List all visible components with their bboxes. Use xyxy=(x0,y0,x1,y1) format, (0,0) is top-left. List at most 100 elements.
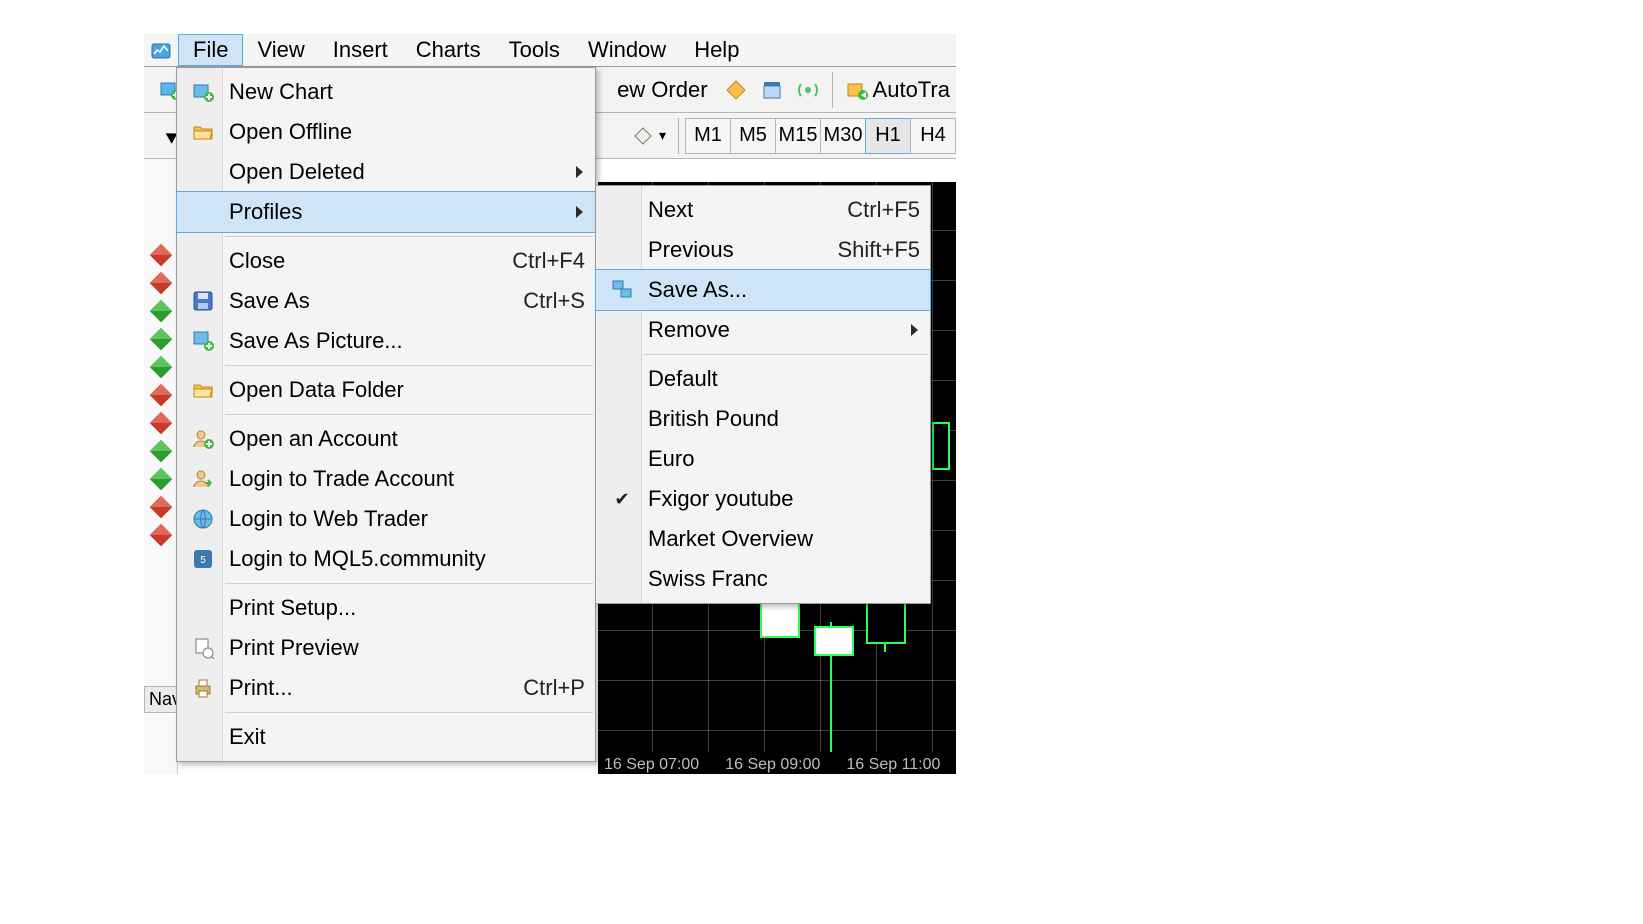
tf-h1[interactable]: H1 xyxy=(865,118,911,154)
file-menu-item[interactable]: Save As Picture... xyxy=(177,321,595,361)
menu-help-label: Help xyxy=(694,37,739,63)
file-menu-item[interactable]: Open Data Folder xyxy=(177,370,595,410)
profiles-menu-label: Swiss Franc xyxy=(642,566,920,592)
toolbar-market-icon[interactable] xyxy=(754,76,790,104)
profiles-menu-label: Market Overview xyxy=(642,526,920,552)
menu-file-label: File xyxy=(193,37,228,63)
profiles-menu-item[interactable]: Save As... xyxy=(596,270,930,310)
profiles-menu-item[interactable]: Default xyxy=(596,359,930,399)
user-login-icon xyxy=(183,467,223,491)
chart-time-axis: 16 Sep 07:00 16 Sep 09:00 16 Sep 11:00 xyxy=(598,752,956,774)
price-up-icon xyxy=(149,328,172,351)
menu-charts[interactable]: Charts xyxy=(402,34,495,66)
menu-separator xyxy=(644,354,928,355)
app-window: File View Insert Charts Tools Window Hel… xyxy=(144,34,956,774)
chart-plus-icon xyxy=(183,80,223,104)
tf-m30[interactable]: M30 xyxy=(820,118,866,154)
profiles-menu-label: British Pound xyxy=(642,406,920,432)
globe-icon xyxy=(183,507,223,531)
navigator-tab[interactable]: Nav xyxy=(144,686,178,713)
file-menu-label: Close xyxy=(223,248,502,274)
file-menu-item[interactable]: Open Deleted xyxy=(177,152,595,192)
file-menu-item[interactable]: Print Preview xyxy=(177,628,595,668)
candle xyxy=(814,626,854,656)
file-menu-item[interactable]: Exit xyxy=(177,717,595,757)
app-icon xyxy=(144,34,178,66)
file-menu-label: Print Setup... xyxy=(223,595,585,621)
price-up-icon xyxy=(149,468,172,491)
file-menu-item[interactable]: CloseCtrl+F4 xyxy=(177,241,595,281)
check-icon: ✔ xyxy=(602,489,642,510)
toolbar-separator xyxy=(832,72,833,108)
toolbar-autotrade[interactable]: AutoTra xyxy=(839,75,956,105)
menu-insert[interactable]: Insert xyxy=(319,34,402,66)
profile-save-icon xyxy=(602,278,642,302)
file-menu-label: Save As Picture... xyxy=(223,328,585,354)
tf-m1-label: M1 xyxy=(694,124,722,147)
tf-m15-label: M15 xyxy=(779,124,818,147)
file-menu-item[interactable]: Login to Web Trader xyxy=(177,499,595,539)
toolbar-order-fragment[interactable]: ew Order xyxy=(617,77,717,103)
file-menu-item[interactable]: Save AsCtrl+S xyxy=(177,281,595,321)
printer-icon xyxy=(183,676,223,700)
file-menu-label: Login to Trade Account xyxy=(223,466,585,492)
toolbar-diamond-icon[interactable] xyxy=(718,76,754,104)
menu-separator xyxy=(225,712,593,713)
toolbar-diamond-dropdown[interactable]: ▾ xyxy=(625,122,672,150)
profiles-menu-item[interactable]: Euro xyxy=(596,439,930,479)
toolbar-signal-icon[interactable] xyxy=(790,76,826,104)
chart-time-label: 16 Sep 11:00 xyxy=(846,756,940,774)
profiles-menu-item[interactable]: PreviousShift+F5 xyxy=(596,230,930,270)
candle xyxy=(866,602,906,644)
profiles-menu-item[interactable]: Market Overview xyxy=(596,519,930,559)
menu-tools[interactable]: Tools xyxy=(495,34,574,66)
profiles-menu-item[interactable]: Swiss Franc xyxy=(596,559,930,599)
tf-m15[interactable]: M15 xyxy=(775,118,821,154)
tf-m5[interactable]: M5 xyxy=(730,118,776,154)
menu-accelerator: Ctrl+F4 xyxy=(502,248,585,274)
menu-accelerator: Ctrl+S xyxy=(513,288,585,314)
profiles-menu-item[interactable]: Remove xyxy=(596,310,930,350)
file-menu-label: Login to MQL5.community xyxy=(223,546,585,572)
file-menu-label: New Chart xyxy=(223,79,585,105)
menu-separator xyxy=(225,236,593,237)
file-menu-item[interactable]: Print Setup... xyxy=(177,588,595,628)
tf-h4-label: H4 xyxy=(920,124,946,147)
tf-h4[interactable]: H4 xyxy=(910,118,956,154)
file-menu-item[interactable]: New Chart xyxy=(177,72,595,112)
menu-window[interactable]: Window xyxy=(574,34,680,66)
mql5-icon: 5 xyxy=(183,547,223,571)
profiles-menu-item[interactable]: NextCtrl+F5 xyxy=(596,190,930,230)
chart-time-label: 16 Sep 09:00 xyxy=(725,756,820,774)
menu-help[interactable]: Help xyxy=(680,34,753,66)
tf-m30-label: M30 xyxy=(824,124,863,147)
menu-view[interactable]: View xyxy=(243,34,318,66)
price-up-icon xyxy=(149,356,172,379)
file-menu-item[interactable]: Login to Trade Account xyxy=(177,459,595,499)
folder-open-icon xyxy=(183,120,223,144)
menu-accelerator: Ctrl+F5 xyxy=(837,197,920,223)
file-menu-item[interactable]: Open Offline xyxy=(177,112,595,152)
menu-separator xyxy=(225,583,593,584)
price-down-icon xyxy=(149,524,172,547)
file-menu-item[interactable]: 5Login to MQL5.community xyxy=(177,539,595,579)
file-menu-item[interactable]: Open an Account xyxy=(177,419,595,459)
profiles-menu-item[interactable]: British Pound xyxy=(596,399,930,439)
profiles-menu-label: Fxigor youtube xyxy=(642,486,920,512)
file-menu-item[interactable]: Print...Ctrl+P xyxy=(177,668,595,708)
menu-separator xyxy=(225,365,593,366)
file-menu-item[interactable]: Profiles xyxy=(177,192,595,232)
market-watch-column xyxy=(144,159,178,774)
menu-window-label: Window xyxy=(588,37,666,63)
file-menu-label: Open an Account xyxy=(223,426,585,452)
price-down-icon xyxy=(149,496,172,519)
tf-m1[interactable]: M1 xyxy=(685,118,731,154)
profiles-menu-item[interactable]: ✔Fxigor youtube xyxy=(596,479,930,519)
user-plus-icon xyxy=(183,427,223,451)
menu-file[interactable]: File xyxy=(178,34,243,66)
print-preview-icon xyxy=(183,636,223,660)
candle xyxy=(760,602,800,638)
chart-time-label: 16 Sep 07:00 xyxy=(604,756,699,774)
menu-charts-label: Charts xyxy=(416,37,481,63)
menu-tools-label: Tools xyxy=(509,37,560,63)
